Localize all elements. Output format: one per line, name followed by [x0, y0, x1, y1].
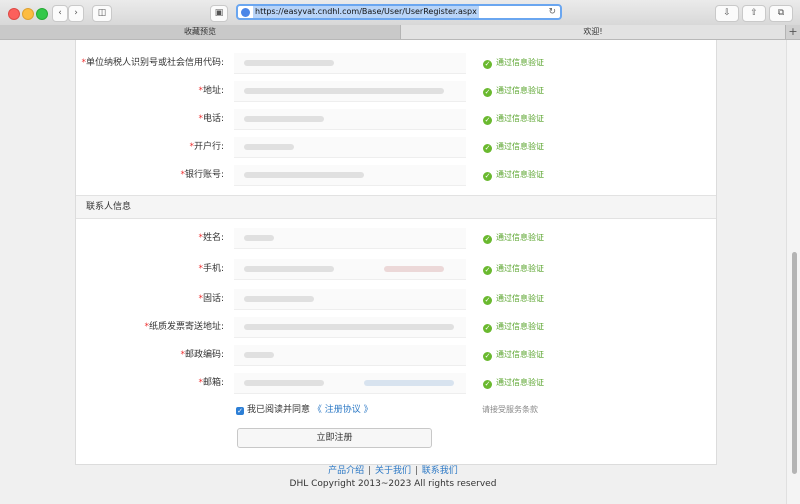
address-bar[interactable]: https://easyvat.cndhl.com/Base/User/User… [236, 4, 562, 20]
mobile-input[interactable] [234, 259, 466, 280]
footer-link-about[interactable]: 关于我们 [375, 466, 411, 476]
sidebar-icon[interactable]: ◫ [92, 5, 112, 22]
register-button[interactable]: 立即注册 [237, 428, 432, 448]
scrollbar-thumb[interactable] [792, 252, 797, 474]
field-email: *邮箱: ✓ 通过信息验证 [76, 373, 716, 394]
validation-status: ✓ 通过信息验证 [483, 142, 544, 153]
field-phone: *电话: ✓ 通过信息验证 [76, 109, 716, 130]
agree-text: 我已阅读并同意 [247, 405, 311, 415]
check-icon: ✓ [483, 116, 492, 125]
check-icon: ✓ [483, 324, 492, 333]
field-label: *电话: [198, 114, 224, 124]
field-address: *地址: ✓ 通过信息验证 [76, 81, 716, 102]
field-label: *银行账号: [180, 170, 224, 180]
field-landline: *固话: ✓ 通过信息验证 [76, 289, 716, 310]
taxpayer-id-input[interactable] [234, 53, 466, 74]
url-text[interactable]: https://easyvat.cndhl.com/Base/User/User… [253, 6, 479, 18]
registration-form: *单位纳税人识别号或社会信用代码: ✓ 通过信息验证 *地址: ✓ 通过信息验证 *… [75, 40, 717, 465]
agreement-link[interactable]: 《 注册协议 》 [313, 405, 373, 415]
new-tab-icon[interactable]: + [785, 25, 800, 39]
check-icon: ✓ [483, 380, 492, 389]
check-icon: ✓ [483, 235, 492, 244]
field-name: *姓名: ✓ 通过信息验证 [76, 228, 716, 249]
field-taxpayer-id: *单位纳税人识别号或社会信用代码: ✓ 通过信息验证 [76, 53, 716, 74]
agreement-row: ✓ 我已阅读并同意 《 注册协议 》 [236, 404, 373, 416]
footer-links: 产品介绍 | 关于我们 | 联系我们 [0, 465, 786, 477]
page-content: *单位纳税人识别号或社会信用代码: ✓ 通过信息验证 *地址: ✓ 通过信息验证 *… [0, 40, 786, 504]
download-icon[interactable]: ⇩ [715, 5, 739, 22]
tabs-overview-icon[interactable]: ⧉ [769, 5, 793, 22]
page-scrollbar[interactable] [786, 40, 800, 504]
tab-bar: 收藏预览 欢迎! + [0, 25, 800, 40]
check-icon: ✓ [483, 266, 492, 275]
postcode-input[interactable] [234, 345, 466, 366]
field-label: *单位纳税人识别号或社会信用代码: [81, 58, 224, 68]
minimize-window-icon[interactable] [22, 8, 34, 20]
reload-icon[interactable]: ↻ [548, 6, 556, 18]
tab-favorites-preview[interactable]: 收藏预览 [0, 25, 401, 39]
field-label: *地址: [198, 86, 224, 96]
accept-terms-hint: 请接受服务条款 [482, 405, 538, 414]
footer-separator: | [368, 466, 372, 476]
footer-separator: | [414, 466, 418, 476]
field-label: *开户行: [189, 142, 224, 152]
check-icon: ✓ [483, 144, 492, 153]
field-mobile: *手机: ✓ 通过信息验证 [76, 259, 716, 280]
section-title: 联系人信息 [86, 202, 132, 212]
zoom-window-icon[interactable] [36, 8, 48, 20]
field-postcode: *邮政编码: ✓ 通过信息验证 [76, 345, 716, 366]
validation-status: ✓ 通过信息验证 [483, 170, 544, 181]
field-label: *邮箱: [198, 378, 224, 388]
validation-status: ✓ 通过信息验证 [483, 233, 544, 244]
agree-checkbox[interactable]: ✓ [236, 407, 244, 415]
validation-status: ✓ 通过信息验证 [483, 378, 544, 389]
bank-input[interactable] [234, 137, 466, 158]
validation-status: ✓ 通过信息验证 [483, 322, 544, 333]
contact-section-header: 联系人信息 [76, 195, 716, 219]
field-bank-account: *银行账号: ✓ 通过信息验证 [76, 165, 716, 186]
field-label: *姓名: [198, 233, 224, 243]
tab-welcome[interactable]: 欢迎! [401, 25, 785, 39]
validation-status: ✓ 通过信息验证 [483, 350, 544, 361]
invoice-address-input[interactable] [234, 317, 466, 338]
field-invoice-address: *纸质发票寄送地址: ✓ 通过信息验证 [76, 317, 716, 338]
check-icon: ✓ [483, 172, 492, 181]
field-label: *固话: [198, 294, 224, 304]
share-icon[interactable]: ⇧ [742, 5, 766, 22]
validation-status: ✓ 通过信息验证 [483, 86, 544, 97]
check-icon: ✓ [483, 60, 492, 69]
copyright: DHL Copyright 2013~2023 All rights reser… [289, 479, 497, 489]
validation-status: ✓ 通过信息验证 [483, 114, 544, 125]
validation-status: ✓ 通过信息验证 [483, 264, 544, 275]
globe-icon [241, 8, 250, 17]
browser-toolbar: ‹ › ◫ ▣ https://easyvat.cndhl.com/Base/U… [0, 0, 800, 26]
landline-input[interactable] [234, 289, 466, 310]
email-input[interactable] [234, 373, 466, 394]
field-label: *邮政编码: [180, 350, 224, 360]
bank-account-input[interactable] [234, 165, 466, 186]
back-button[interactable]: ‹ [52, 5, 68, 22]
footer-link-products[interactable]: 产品介绍 [328, 466, 364, 476]
field-bank: *开户行: ✓ 通过信息验证 [76, 137, 716, 158]
name-input[interactable] [234, 228, 466, 249]
reader-icon[interactable]: ▣ [210, 5, 228, 22]
field-label: *纸质发票寄送地址: [144, 322, 224, 332]
close-window-icon[interactable] [8, 8, 20, 20]
phone-input[interactable] [234, 109, 466, 130]
check-icon: ✓ [483, 296, 492, 305]
footer-link-contact[interactable]: 联系我们 [422, 466, 458, 476]
check-icon: ✓ [483, 352, 492, 361]
validation-status: ✓ 通过信息验证 [483, 294, 544, 305]
validation-status: ✓ 通过信息验证 [483, 58, 544, 69]
forward-button[interactable]: › [68, 5, 84, 22]
check-icon: ✓ [483, 88, 492, 97]
address-input[interactable] [234, 81, 466, 102]
field-label: *手机: [198, 264, 224, 274]
